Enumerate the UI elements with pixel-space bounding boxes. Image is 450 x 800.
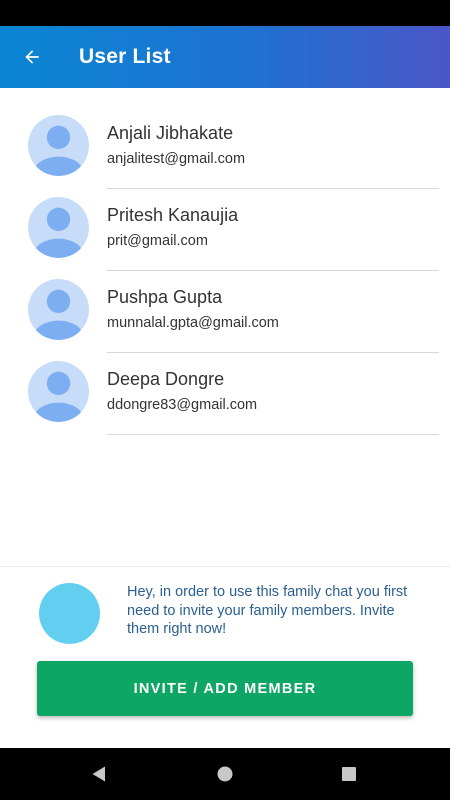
divider — [107, 434, 439, 435]
user-email: prit@gmail.com — [107, 233, 208, 249]
triangle-back-icon — [92, 766, 105, 782]
list-item[interactable]: Anjali Jibhakate anjalitest@gmail.com — [0, 88, 450, 189]
user-placeholder-icon — [28, 115, 89, 176]
list-item[interactable]: Pushpa Gupta munnalal.gpta@gmail.com — [0, 252, 450, 353]
user-placeholder-icon — [28, 279, 89, 340]
invite-panel: Hey, in order to use this family chat yo… — [0, 566, 450, 748]
invite-message: Hey, in order to use this family chat yo… — [127, 584, 408, 637]
square-recents-icon — [342, 767, 356, 781]
page-title: User List — [79, 45, 171, 68]
back-button[interactable] — [2, 26, 62, 88]
user-email: anjalitest@gmail.com — [107, 151, 246, 167]
list-item[interactable]: Deepa Dongre ddongre83@gmail.com — [0, 334, 450, 435]
system-nav-bar — [0, 748, 450, 800]
user-email: ddongre83@gmail.com — [107, 397, 258, 413]
invite-add-member-button[interactable]: INVITE / ADD MEMBER — [37, 661, 413, 716]
invite-avatar — [39, 583, 100, 644]
user-name: Deepa Dongre — [107, 369, 225, 389]
user-name: Pushpa Gupta — [107, 287, 223, 307]
list-item[interactable]: Pritesh Kanaujia prit@gmail.com — [0, 170, 450, 271]
nav-recents-button[interactable] — [337, 762, 361, 786]
status-bar — [0, 0, 450, 26]
user-list: Anjali Jibhakate anjalitest@gmail.com Pr… — [0, 88, 450, 435]
arrow-left-icon — [25, 50, 39, 64]
user-placeholder-icon — [28, 197, 89, 258]
user-placeholder-icon — [28, 361, 89, 422]
app-bar: User List — [0, 26, 450, 88]
user-email: munnalal.gpta@gmail.com — [107, 315, 279, 331]
user-name: Anjali Jibhakate — [107, 123, 234, 143]
user-name: Pritesh Kanaujia — [107, 205, 239, 225]
circle-home-icon — [217, 766, 233, 782]
nav-back-button[interactable] — [87, 762, 111, 786]
nav-home-button[interactable] — [213, 762, 237, 786]
